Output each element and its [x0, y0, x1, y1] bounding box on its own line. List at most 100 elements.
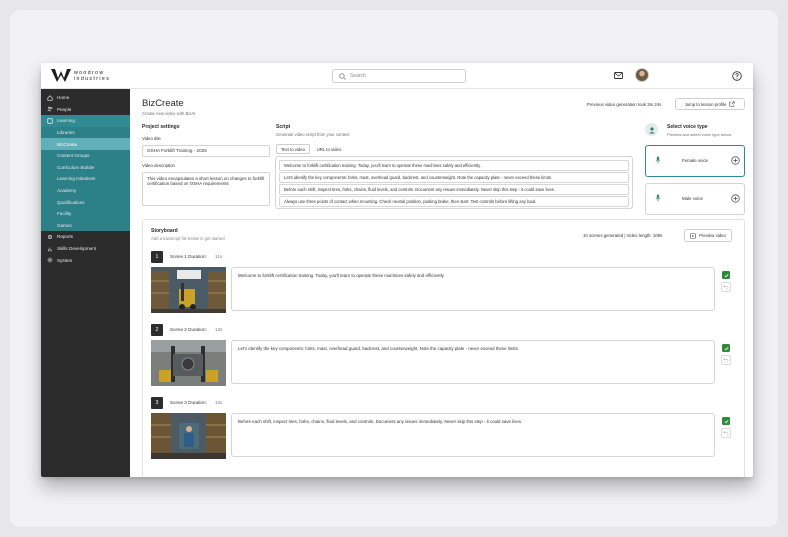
top-bar: woodrow industries Search — [41, 63, 753, 89]
sidebar-item-label: Learning — [57, 118, 75, 124]
undo-icon — [723, 358, 729, 363]
sidebar-item-label: People — [57, 106, 72, 112]
scene-transcript-text: Welcome to forklift certification traini… — [238, 273, 445, 278]
scene-number: 1 — [151, 251, 163, 263]
voice-option-label: Male voice — [682, 196, 703, 201]
main-content: BizCreate Create new video with BizAI Pr… — [130, 89, 753, 477]
scene-label: Scene 1 Duration: — [170, 254, 207, 259]
jump-button-label: Jump to lesson profile — [684, 101, 727, 107]
help-icon[interactable] — [732, 71, 742, 81]
tab-text-to-video[interactable]: Text to video — [276, 144, 310, 154]
video-title-field[interactable]: OSHA Forklift Training - 2025 — [142, 145, 270, 157]
mail-icon[interactable] — [614, 72, 623, 79]
sidebar-item-label: Content Groups — [57, 153, 90, 159]
video-description-label: Video description — [142, 163, 175, 168]
preview-video-button[interactable]: Preview video — [684, 229, 732, 242]
scene-thumbnail-image[interactable] — [151, 413, 226, 459]
voice-type-title: Select voice type — [667, 124, 708, 130]
scene-number: 3 — [151, 397, 163, 409]
gear-icon — [47, 234, 52, 239]
script-line-text: Always use three points of contact when … — [284, 198, 537, 204]
scene-thumbnail-image[interactable] — [151, 340, 226, 386]
add-circle-icon[interactable] — [731, 156, 740, 165]
project-settings-title: Project settings — [142, 124, 180, 130]
voice-option-male[interactable]: Male voice — [645, 183, 745, 215]
video-title-value: OSHA Forklift Training - 2025 — [147, 148, 207, 153]
add-circle-icon[interactable] — [731, 194, 740, 203]
script-line[interactable]: Let's identify the key components: forks… — [279, 172, 629, 183]
confirm-scene-button[interactable] — [722, 344, 730, 352]
chart-icon — [47, 247, 52, 251]
scene-duration: 13s — [215, 400, 223, 405]
tab-label: Text to video — [280, 146, 306, 152]
confirm-scene-button[interactable] — [722, 271, 730, 279]
brand-logo[interactable]: woodrow industries — [51, 68, 124, 83]
sidebar-item-learning-initiatives[interactable]: Learning Initiatives — [41, 173, 130, 185]
video-description-field[interactable]: This video encapsulates a short lesson o… — [142, 172, 270, 206]
scene-transcript-field[interactable]: Before each shift, inspect tires, forks,… — [231, 413, 715, 457]
brand-name: woodrow industries — [74, 69, 111, 82]
sidebar-item-academy[interactable]: Academy — [41, 185, 130, 197]
jump-to-lesson-button[interactable]: Jump to lesson profile — [675, 98, 745, 110]
script-subtitle: Generate video script from your content — [276, 132, 350, 137]
script-editor[interactable]: Welcome to forklift certification traini… — [275, 156, 633, 209]
sidebar-item-label: BizCreate — [57, 141, 78, 147]
sidebar-item-skills-development[interactable]: Skills Development — [41, 243, 130, 255]
search-icon — [339, 72, 346, 80]
confirm-scene-button[interactable] — [722, 417, 730, 425]
voice-avatar-icon — [645, 123, 658, 136]
scene-transcript-field[interactable]: Welcome to forklift certification traini… — [231, 267, 715, 311]
scene-thumbnail-image[interactable] — [151, 267, 226, 313]
sidebar-item-libraries[interactable]: Libraries — [41, 127, 130, 139]
sidebar-item-people[interactable]: People — [41, 104, 130, 116]
scene-label: Scene 2 Duration: — [170, 327, 207, 332]
scene-card: 2 Scene 2 Duration: 13s Let's identify t… — [151, 324, 731, 394]
sidebar-item-bizcreate[interactable]: BizCreate — [41, 138, 130, 150]
sidebar-item-label: Games — [57, 222, 72, 228]
sidebar-item-label: Academy — [57, 188, 77, 194]
undo-icon — [723, 431, 729, 436]
sidebar-item-facility[interactable]: Facility — [41, 208, 130, 220]
checkmark-icon — [724, 346, 729, 350]
sidebar-item-label: System — [57, 257, 73, 263]
scene-transcript-text: Let's identify the key components: forks… — [238, 346, 520, 351]
scene-transcript-field[interactable]: Let's identify the key components: forks… — [231, 340, 715, 384]
book-icon — [46, 118, 53, 124]
storyboard-panel: Storyboard Add a transcript file below t… — [142, 219, 745, 477]
sidebar-item-label: Qualifications — [57, 199, 85, 205]
script-line[interactable]: Always use three points of contact when … — [279, 196, 629, 207]
sidebar-item-reports[interactable]: Reports — [41, 231, 130, 243]
tab-url-to-video[interactable]: URL to video — [312, 144, 346, 154]
search-input[interactable]: Search — [332, 69, 466, 83]
sidebar-item-learning[interactable]: Learning — [41, 115, 130, 127]
sidebar-item-curriculum-builder[interactable]: Curriculum Builder — [41, 162, 130, 174]
sidebar-item-system[interactable]: System — [41, 254, 130, 266]
storyboard-stats: 10 scenes generated | Video length: 108s — [583, 233, 663, 238]
sidebar-item-label: Learning Initiatives — [57, 176, 96, 182]
undo-scene-button[interactable] — [721, 282, 731, 292]
preview-button-label: Preview video — [699, 233, 726, 238]
storyboard-title: Storyboard — [151, 228, 178, 234]
script-line-text: Before each shift, inspect tires, forks,… — [284, 186, 556, 192]
sidebar-item-label: Libraries — [57, 130, 75, 136]
undo-scene-button[interactable] — [721, 428, 731, 438]
script-line[interactable]: Before each shift, inspect tires, forks,… — [279, 184, 629, 195]
sidebar-item-games[interactable]: Games — [41, 220, 130, 232]
storyboard-subtitle: Add a transcript file below to get start… — [151, 236, 225, 241]
undo-icon — [723, 285, 729, 290]
sidebar-item-content-groups[interactable]: Content Groups — [41, 150, 130, 162]
voice-option-female[interactable]: Female voice — [645, 145, 745, 177]
sidebar-item-home[interactable]: Home — [41, 92, 130, 104]
user-avatar[interactable] — [635, 68, 649, 82]
sidebar-item-label: Facility — [57, 211, 72, 217]
logo-mark-icon — [51, 69, 71, 82]
external-link-icon — [729, 101, 735, 107]
settings-icon — [47, 257, 52, 263]
sidebar-item-label: Reports — [57, 234, 74, 240]
scene-duration: 13s — [215, 327, 223, 332]
script-line[interactable]: Welcome to forklift certification traini… — [279, 160, 629, 171]
undo-scene-button[interactable] — [721, 355, 731, 365]
page-title: BizCreate — [142, 98, 184, 109]
app-window: woodrow industries Search Home People Le… — [41, 63, 753, 477]
sidebar-item-qualifications[interactable]: Qualifications — [41, 196, 130, 208]
